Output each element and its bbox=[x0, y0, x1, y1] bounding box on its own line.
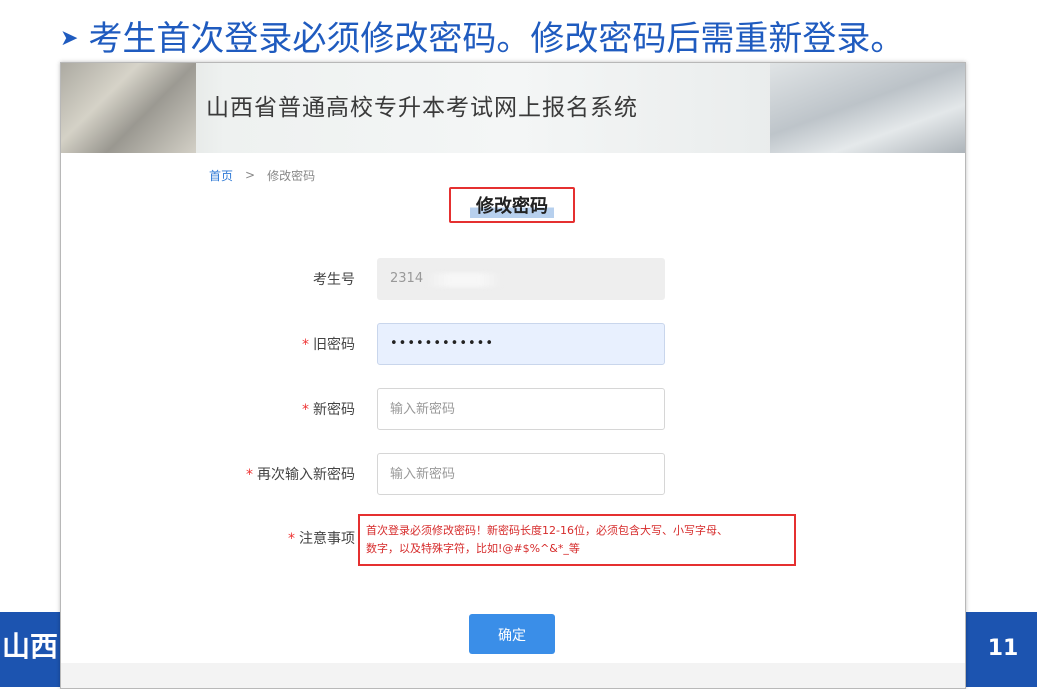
breadcrumb-current: 修改密码 bbox=[267, 168, 316, 183]
old-password-row: * 旧密码 •••••••••••• bbox=[61, 323, 965, 367]
system-title: 山西省普通高校专升本考试网上报名系统 bbox=[206, 95, 638, 121]
page-bottom-strip bbox=[61, 663, 965, 688]
new-password-field[interactable] bbox=[377, 388, 665, 430]
form-heading-highlight: 修改密码 bbox=[449, 187, 575, 223]
slide-heading-text: 考生首次登录必须修改密码。修改密码后需重新登录。 bbox=[88, 19, 905, 59]
password-rules-notice: 首次登录必须修改密码！新密码长度12-16位，必须包含大写、小写字母、 数字，以… bbox=[358, 514, 796, 566]
confirm-button[interactable]: 确定 bbox=[469, 614, 555, 654]
old-password-field[interactable]: •••••••••••• bbox=[377, 323, 665, 365]
confirm-password-field[interactable] bbox=[377, 453, 665, 495]
banner-photo-students bbox=[61, 63, 196, 153]
slide-footer-text: 山西 bbox=[2, 630, 59, 663]
breadcrumb-home-link[interactable]: 首页 bbox=[209, 167, 233, 184]
student-id-field: 2314 bbox=[377, 258, 665, 300]
old-password-label: * 旧密码 bbox=[302, 337, 355, 353]
slide-heading: ➤ 考生首次登录必须修改密码。修改密码后需重新登录。 bbox=[60, 14, 904, 64]
student-id-row: 考生号 2314 bbox=[61, 258, 965, 302]
confirm-password-row: * 再次输入新密码 bbox=[61, 453, 965, 497]
arrow-bullet-icon: ➤ bbox=[60, 26, 79, 51]
slide-page-number: 11 bbox=[987, 636, 1019, 661]
form-heading: 修改密码 bbox=[470, 192, 554, 218]
breadcrumb-separator: > bbox=[245, 168, 256, 182]
browser-screenshot: 山西省普通高校专升本考试网上报名系统 首页 > 修改密码 修改密码 考生号 23… bbox=[60, 62, 966, 689]
new-password-row: * 新密码 bbox=[61, 388, 965, 432]
system-banner: 山西省普通高校专升本考试网上报名系统 bbox=[61, 63, 965, 153]
redaction-blur bbox=[426, 273, 502, 287]
notice-line-1: 首次登录必须修改密码！新密码长度12-16位，必须包含大写、小写字母、 bbox=[366, 524, 728, 537]
new-password-label: * 新密码 bbox=[302, 402, 355, 418]
notes-label: * 注意事项 bbox=[288, 531, 355, 547]
notice-line-2: 数字，以及特殊字符，比如!@#$%^&*_等 bbox=[366, 542, 580, 555]
confirm-password-label: * 再次输入新密码 bbox=[246, 467, 355, 483]
banner-photo-classroom bbox=[770, 63, 965, 153]
breadcrumb: 首页 > 修改密码 bbox=[209, 166, 315, 184]
student-id-label: 考生号 bbox=[313, 272, 355, 288]
